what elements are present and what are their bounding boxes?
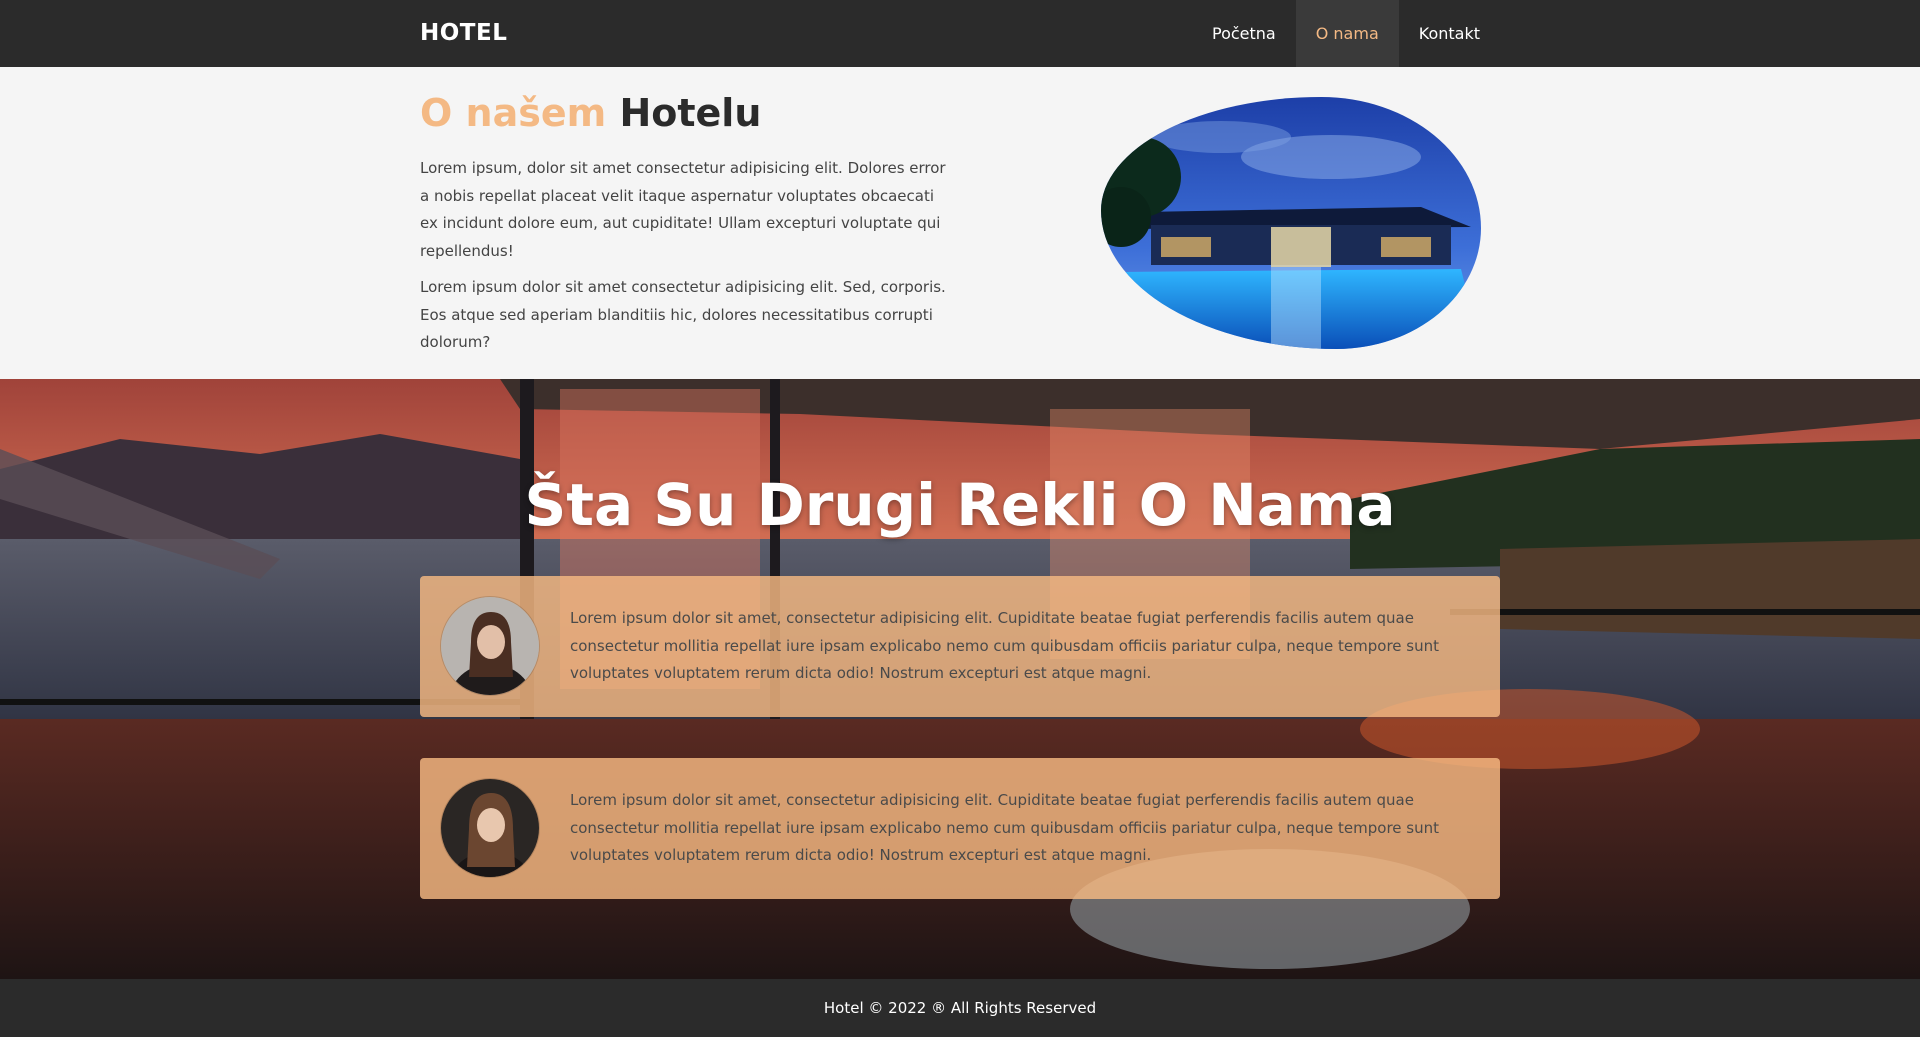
about-text: Lorem ipsum, dolor sit amet consectetur …	[420, 155, 950, 366]
about-title: O našem Hotelu	[420, 91, 761, 135]
nav-link-pocetna[interactable]: Početna	[1192, 0, 1296, 67]
about-paragraph-2: Lorem ipsum dolor sit amet consectetur a…	[420, 278, 946, 351]
nav-link-kontakt[interactable]: Kontakt	[1399, 0, 1500, 67]
about-title-rest: Hotelu	[619, 91, 762, 135]
avatar	[440, 778, 540, 878]
about-paragraph-1: Lorem ipsum, dolor sit amet consectetur …	[420, 159, 946, 260]
avatar	[440, 596, 540, 696]
about-title-accent: O našem	[420, 91, 607, 135]
footer: Hotel © 2022 ® All Rights Reserved	[0, 979, 1920, 1037]
hotel-pool-image	[1101, 97, 1481, 349]
nav-links: Početna O nama Kontakt	[1192, 0, 1500, 67]
footer-copyright: Hotel © 2022 ® All Rights Reserved	[823, 999, 1097, 1017]
testimonials-title: Šta Su Drugi Rekli O Nama	[524, 471, 1396, 539]
navbar: HOTEL Početna O nama Kontakt	[0, 0, 1920, 67]
testimonials-section: Šta Su Drugi Rekli O Nama Lorem ipsum do…	[0, 379, 1920, 979]
about-section: O našem Hotelu Lorem ipsum, dolor sit am…	[0, 67, 1920, 379]
nav-link-o-nama[interactable]: O nama	[1295, 0, 1399, 67]
testimonial-text: Lorem ipsum dolor sit amet, consectetur …	[570, 791, 1439, 864]
testimonial-card: Lorem ipsum dolor sit amet, consectetur …	[420, 758, 1500, 899]
testimonial-card: Lorem ipsum dolor sit amet, consectetur …	[420, 576, 1500, 717]
testimonial-text: Lorem ipsum dolor sit amet, consectetur …	[570, 609, 1439, 682]
brand-logo[interactable]: HOTEL	[420, 20, 507, 46]
